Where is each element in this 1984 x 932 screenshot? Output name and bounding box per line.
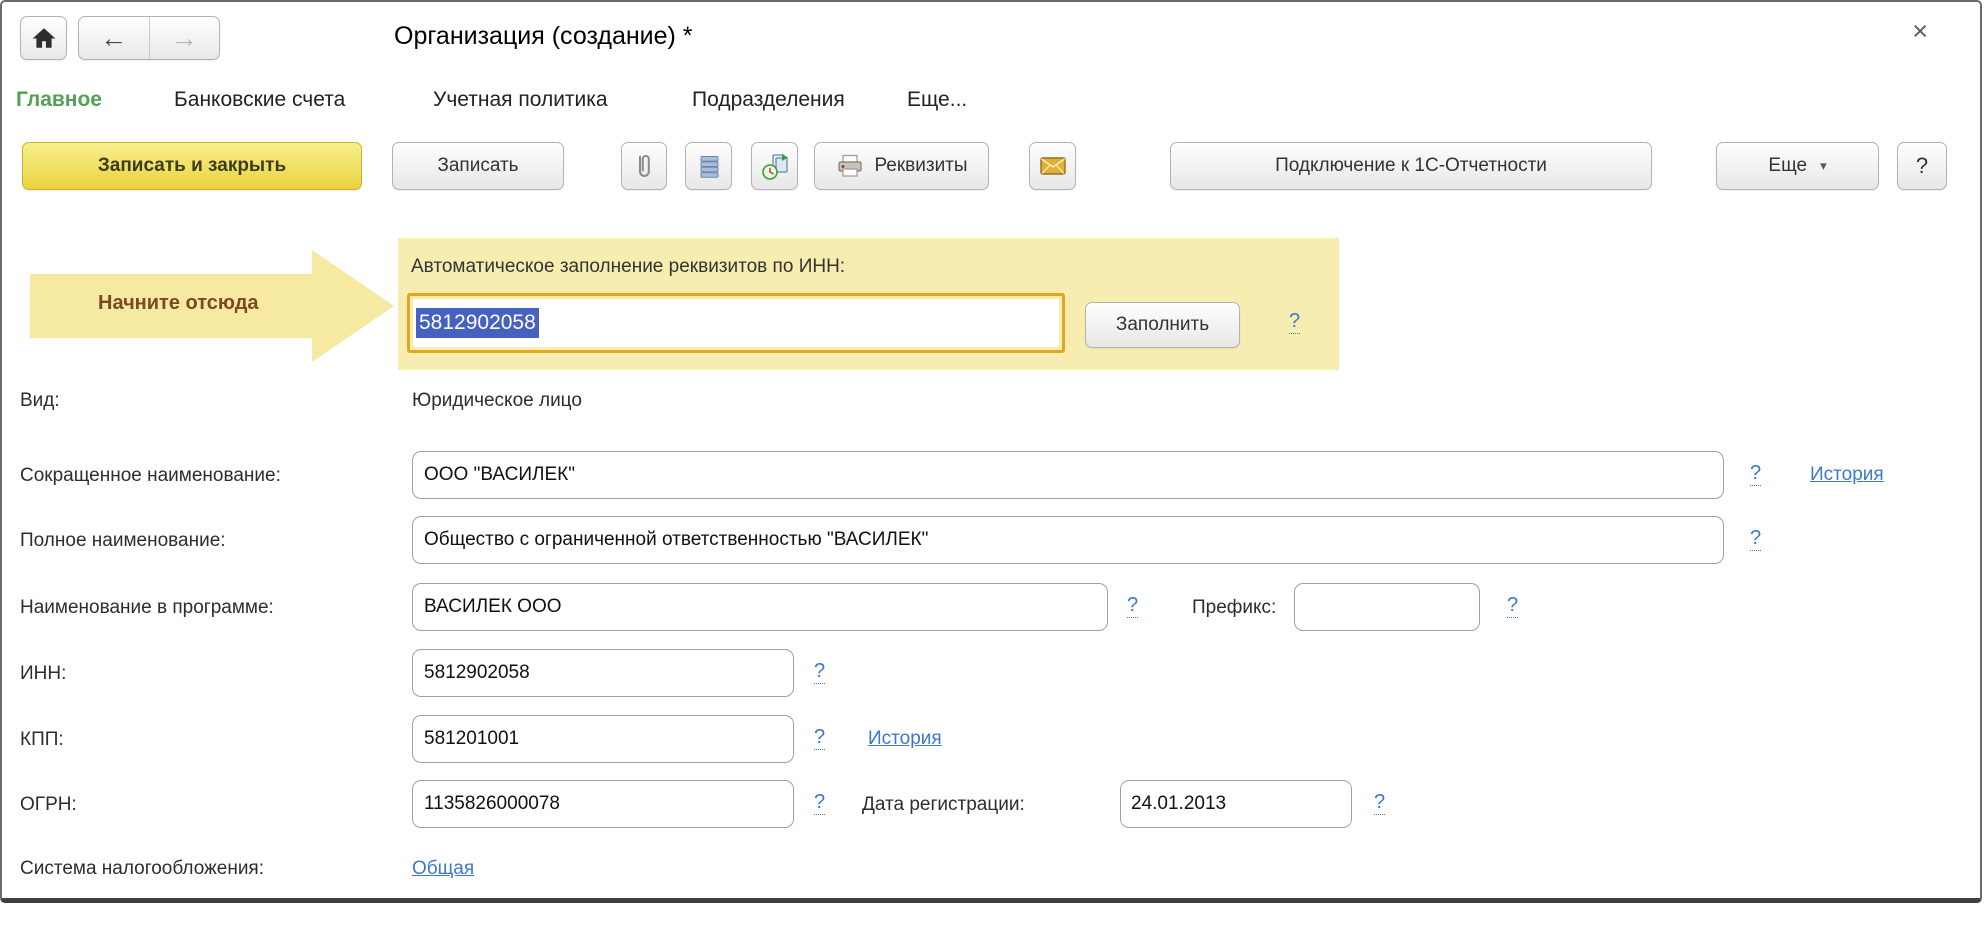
back-button[interactable]: ←	[79, 17, 149, 59]
tab-glavnoe[interactable]: Главное	[16, 88, 102, 112]
attach-file-button[interactable]	[621, 142, 667, 190]
short-name-history-link[interactable]: История	[1810, 464, 1884, 486]
full-name-input[interactable]	[412, 516, 1724, 564]
paperclip-icon	[630, 151, 658, 181]
envelope-icon	[1039, 155, 1067, 177]
reg-date-help-link[interactable]: ?	[1374, 791, 1385, 815]
inn-autofill-input-inner: 5812902058	[413, 299, 1059, 347]
home-icon	[31, 25, 57, 51]
help-button-label: ?	[1916, 153, 1928, 179]
vid-label: Вид:	[20, 390, 60, 412]
inn-input[interactable]	[412, 649, 794, 697]
organization-form-window: ← → Организация (создание) * × Главное Б…	[0, 0, 1982, 903]
more-actions-label: Еще	[1768, 155, 1807, 177]
start-here-label: Начните отсюда	[98, 292, 259, 315]
save-and-close-label: Записать и закрыть	[98, 155, 286, 177]
fill-button[interactable]: Заполнить	[1085, 302, 1240, 348]
prefix-help-link[interactable]: ?	[1507, 594, 1518, 618]
vid-value: Юридическое лицо	[412, 390, 582, 412]
kpp-history-link[interactable]: История	[868, 728, 942, 750]
database-structure-button[interactable]	[685, 142, 732, 190]
short-name-help-link[interactable]: ?	[1750, 462, 1761, 486]
short-name-label: Сокращенное наименование:	[20, 465, 281, 487]
forward-arrow-icon: →	[171, 25, 198, 52]
tab-podrazdeleniya[interactable]: Подразделения	[692, 88, 845, 112]
full-name-label: Полное наименование:	[20, 530, 226, 552]
program-name-input[interactable]	[412, 583, 1108, 631]
more-actions-button[interactable]: Еще ▾	[1716, 142, 1879, 190]
reg-date-field	[1120, 780, 1352, 828]
send-email-button[interactable]	[1029, 142, 1076, 190]
inn-selected-text: 5812902058	[416, 308, 539, 338]
back-arrow-icon: ←	[100, 25, 127, 52]
tax-system-label: Система налогообложения:	[20, 858, 264, 880]
reg-date-input[interactable]	[1121, 781, 1352, 827]
connect-1c-reporting-label: Подключение к 1С-Отчетности	[1275, 155, 1547, 177]
save-label: Записать	[437, 155, 518, 177]
autofill-help-link[interactable]: ?	[1289, 310, 1300, 334]
stacked-list-icon	[695, 152, 723, 180]
fill-button-label: Заполнить	[1116, 314, 1209, 336]
requisites-print-button[interactable]: Реквизиты	[814, 142, 989, 190]
tax-system-link[interactable]: Общая	[412, 858, 474, 880]
full-name-help-link[interactable]: ?	[1750, 527, 1761, 551]
ogrn-label: ОГРН:	[20, 794, 77, 816]
close-icon[interactable]: ×	[1912, 18, 1928, 45]
kpp-help-link[interactable]: ?	[814, 726, 825, 750]
history-clock-documents-icon	[760, 151, 790, 181]
inn-autofill-input[interactable]: 5812902058	[407, 293, 1065, 353]
printer-icon	[835, 152, 865, 180]
prefix-input[interactable]	[1294, 583, 1480, 631]
tab-more[interactable]: Еще...	[907, 88, 967, 112]
ogrn-input[interactable]	[412, 780, 794, 828]
kpp-label: КПП:	[20, 729, 64, 751]
program-name-label: Наименование в программе:	[20, 597, 274, 619]
tab-uchetnaya-politika[interactable]: Учетная политика	[433, 88, 608, 112]
ogrn-help-link[interactable]: ?	[814, 791, 825, 815]
tab-bankovskie-scheta[interactable]: Банковские счета	[174, 88, 345, 112]
program-name-help-link[interactable]: ?	[1127, 594, 1138, 618]
autofill-label: Автоматическое заполнение реквизитов по …	[411, 256, 845, 278]
change-history-button[interactable]	[751, 142, 798, 190]
inn-help-link[interactable]: ?	[814, 660, 825, 684]
kpp-input[interactable]	[412, 715, 794, 763]
help-button[interactable]: ?	[1897, 142, 1947, 190]
reg-date-label: Дата регистрации:	[862, 794, 1025, 816]
save-and-close-button[interactable]: Записать и закрыть	[22, 142, 362, 190]
inn-label: ИНН:	[20, 663, 66, 685]
page-title: Организация (создание) *	[394, 22, 693, 51]
chevron-down-icon: ▾	[1820, 158, 1827, 174]
prefix-label: Префикс:	[1192, 597, 1276, 619]
short-name-input[interactable]	[412, 451, 1724, 499]
forward-button[interactable]: →	[149, 17, 220, 59]
home-button[interactable]	[20, 16, 67, 60]
requisites-label: Реквизиты	[874, 155, 967, 177]
save-button[interactable]: Записать	[392, 142, 564, 190]
connect-1c-reporting-button[interactable]: Подключение к 1С-Отчетности	[1170, 142, 1652, 190]
history-nav-group: ← →	[78, 16, 220, 60]
